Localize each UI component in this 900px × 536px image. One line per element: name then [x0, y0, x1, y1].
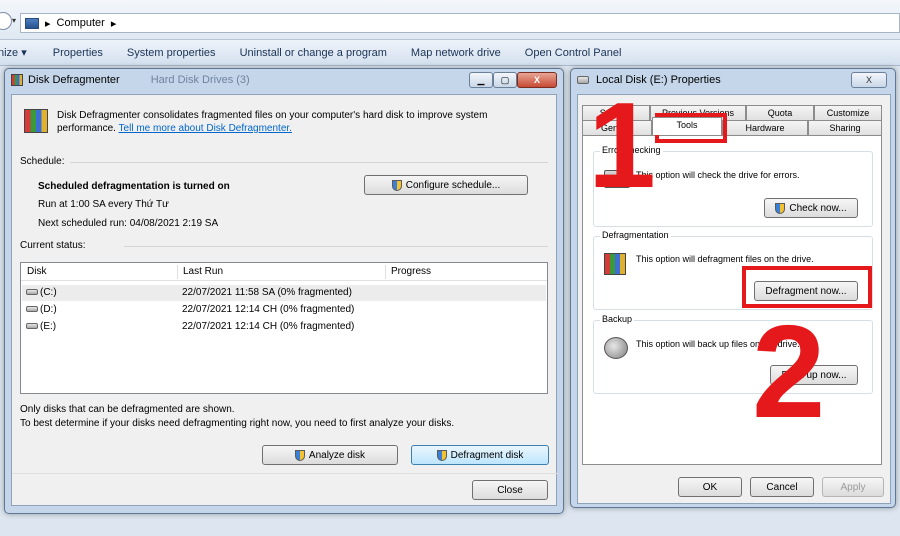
status-separator	[124, 246, 548, 247]
schedule-status: Scheduled defragmentation is turned on	[38, 181, 230, 192]
defrag-app-icon	[11, 74, 23, 86]
properties-command[interactable]: Properties	[39, 47, 115, 59]
defrag-client-area: Disk Defragmenter consolidates fragmente…	[11, 94, 558, 506]
defrag-description: Disk Defragmenter consolidates fragmente…	[57, 109, 537, 135]
cancel-button[interactable]: Cancel	[750, 477, 814, 497]
disk-name: (D:)	[40, 304, 57, 315]
last-run-value: 22/07/2021 11:58 SA (0% fragmented)	[182, 287, 352, 298]
explorer-address-bar: ▾ ▸ Computer ▸	[0, 0, 900, 40]
defrag-icon	[604, 253, 626, 275]
check-now-label: Check now...	[789, 202, 847, 214]
tab-hardware[interactable]: Hardware	[722, 120, 808, 135]
defrag-note-shown: Only disks that can be defragmented are …	[20, 404, 235, 415]
defrag-large-icon	[24, 109, 48, 133]
defragment-disk-button[interactable]: Defragment disk	[411, 445, 549, 465]
map-network-drive-command[interactable]: Map network drive	[399, 47, 513, 59]
defragment-disk-label: Defragment disk	[450, 449, 524, 461]
drive-icon	[26, 323, 38, 330]
tab-customize[interactable]: Customize	[814, 105, 882, 120]
backup-title: Backup	[600, 314, 635, 324]
disk-row-c[interactable]: (C:) 22/07/2021 11:58 SA (0% fragmented)	[22, 285, 546, 301]
shield-icon	[294, 449, 305, 461]
shield-icon	[436, 449, 447, 461]
column-divider[interactable]	[177, 265, 178, 279]
configure-schedule-button[interactable]: Configure schedule...	[364, 175, 528, 195]
background-heading: Hard Disk Drives (3)	[150, 74, 250, 86]
tab-sharing[interactable]: Sharing	[808, 120, 882, 135]
next-scheduled-run: Next scheduled run: 04/08/2021 2:19 SA	[38, 218, 219, 229]
disk-name: (C:)	[40, 287, 57, 298]
uninstall-command[interactable]: Uninstall or change a program	[228, 47, 399, 59]
backup-group: Backup This option will back up files on…	[593, 314, 873, 394]
column-divider[interactable]	[385, 265, 386, 279]
defragmentation-title: Defragmentation	[600, 230, 671, 240]
breadcrumb-arrow-icon: ▸	[45, 17, 51, 30]
schedule-separator	[70, 162, 548, 163]
backup-icon	[604, 337, 628, 359]
shield-icon	[775, 202, 786, 214]
close-button[interactable]: Close	[472, 480, 548, 500]
footer-separator	[12, 473, 558, 474]
analyze-disk-label: Analyze disk	[308, 449, 366, 461]
current-status-label: Current status:	[20, 240, 86, 251]
open-control-panel-command[interactable]: Open Control Panel	[513, 47, 634, 59]
schedule-label: Schedule:	[20, 156, 65, 167]
analyze-disk-button[interactable]: Analyze disk	[262, 445, 398, 465]
drive-icon	[26, 289, 38, 296]
disk-name: (E:)	[40, 321, 57, 332]
shield-icon	[391, 179, 402, 191]
disk-row-e[interactable]: (E:) 22/07/2021 12:14 CH (0% fragmented)	[22, 319, 546, 335]
defragmentation-text: This option will defragment files on the…	[636, 254, 814, 264]
computer-icon	[25, 17, 39, 29]
tab-quota[interactable]: Quota	[746, 105, 814, 120]
system-properties-command[interactable]: System properties	[115, 47, 228, 59]
disk-defragmenter-window: Disk Defragmenter Hard Disk Drives (3) ▁…	[4, 68, 564, 514]
configure-schedule-label: Configure schedule...	[405, 179, 501, 191]
maximize-button[interactable]: ▢	[493, 72, 517, 88]
column-disk[interactable]: Disk	[27, 266, 46, 277]
last-run-value: 22/07/2021 12:14 CH (0% fragmented)	[182, 304, 355, 315]
error-checking-text: This option will check the drive for err…	[636, 170, 800, 180]
defrag-window-title: Disk Defragmenter	[28, 74, 120, 86]
disk-list[interactable]: Disk Last Run Progress (C:) 22/07/2021 1…	[20, 262, 548, 394]
column-last-run[interactable]: Last Run	[183, 266, 223, 277]
defrag-close-caption-button[interactable]: X	[517, 72, 557, 88]
annotation-number-two: 2	[752, 298, 826, 445]
disk-row-d[interactable]: (D:) 22/07/2021 12:14 CH (0% fragmented)	[22, 302, 546, 318]
breadcrumb-arrow-icon[interactable]: ▸	[111, 17, 117, 30]
annotation-number-one: 1	[588, 77, 656, 213]
schedule-run-at: Run at 1:00 SA every Thứ Tư	[38, 199, 169, 210]
defrag-note-analyze: To best determine if your disks need def…	[20, 418, 455, 429]
apply-button[interactable]: Apply	[822, 477, 884, 497]
check-now-button[interactable]: Check now...	[764, 198, 858, 218]
disk-list-header: Disk Last Run Progress	[21, 263, 547, 281]
drive-icon	[26, 306, 38, 313]
column-progress[interactable]: Progress	[391, 266, 431, 277]
address-field[interactable]: ▸ Computer ▸	[20, 13, 900, 33]
tab-tools[interactable]: Tools	[652, 117, 722, 135]
ok-button[interactable]: OK	[678, 477, 742, 497]
properties-close-caption-button[interactable]: X	[851, 72, 887, 88]
chevron-down-icon[interactable]: ▾	[12, 16, 16, 25]
minimize-button[interactable]: ▁	[469, 72, 493, 88]
command-bar: nize ▾ Properties System properties Unin…	[0, 40, 900, 66]
breadcrumb-computer[interactable]: Computer	[57, 17, 105, 29]
organize-button[interactable]: nize ▾	[0, 46, 39, 59]
back-button[interactable]	[0, 12, 12, 30]
last-run-value: 22/07/2021 12:14 CH (0% fragmented)	[182, 321, 355, 332]
tell-me-more-link[interactable]: Tell me more about Disk Defragmenter.	[119, 123, 292, 134]
